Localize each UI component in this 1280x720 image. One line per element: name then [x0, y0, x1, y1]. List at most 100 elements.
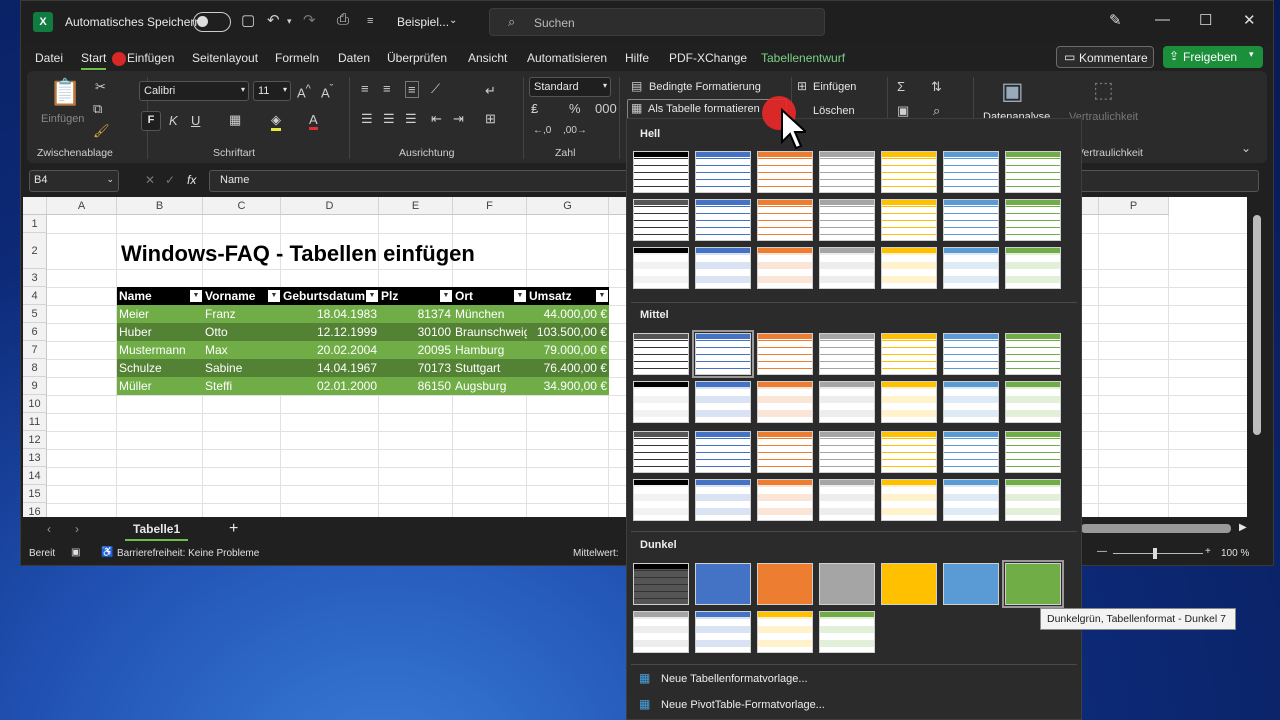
orientation-icon[interactable]: ⟋ [431, 81, 440, 97]
tab-seitenlayout[interactable]: Seitenlayout [192, 51, 258, 65]
maximize-icon[interactable]: ☐ [1199, 11, 1212, 29]
row-header[interactable]: 13 [23, 449, 47, 467]
table-style-swatch[interactable] [819, 611, 875, 653]
tab-tabellenentwurf[interactable]: Tabellenentwurf [761, 51, 845, 65]
row-header[interactable]: 1 [23, 215, 47, 233]
table-style-swatch[interactable] [695, 151, 751, 193]
table-cell[interactable]: 18.04.1983 [281, 305, 379, 323]
tab-daten[interactable]: Daten [338, 51, 370, 65]
table-style-swatch[interactable] [757, 247, 813, 289]
zoom-level[interactable]: 100 % [1221, 548, 1249, 559]
table-cell[interactable]: Schulze [117, 359, 203, 377]
number-format-select[interactable]: Standard ▾ [529, 77, 611, 97]
table-style-swatch[interactable] [695, 611, 751, 653]
row-header[interactable]: 6 [23, 323, 47, 341]
macro-icon[interactable]: ▣ [71, 547, 80, 558]
file-name-chevron-icon[interactable]: ⌄ [449, 15, 457, 26]
table-style-swatch[interactable] [633, 431, 689, 473]
table-style-swatch[interactable] [881, 247, 937, 289]
add-sheet-button[interactable]: + [229, 520, 238, 538]
sort-filter-icon[interactable]: ⇅ [931, 79, 942, 95]
table-cell[interactable]: Huber [117, 323, 203, 341]
table-cell[interactable]: Meier [117, 305, 203, 323]
table-style-swatch[interactable] [881, 563, 937, 605]
merge-center-icon[interactable]: ⊞ [485, 111, 496, 127]
tab-pdf-xchange[interactable]: PDF-XChange [669, 51, 747, 65]
table-style-swatch[interactable] [819, 199, 875, 241]
bold-button[interactable]: F [141, 111, 161, 131]
table-style-swatch[interactable] [943, 381, 999, 423]
table-style-swatch[interactable] [943, 431, 999, 473]
fill-color-icon[interactable]: ◈ [271, 112, 281, 131]
table-style-swatch[interactable] [757, 199, 813, 241]
table-style-swatch[interactable] [633, 381, 689, 423]
table-cell[interactable]: Mustermann [117, 341, 203, 359]
table-style-swatch[interactable] [1005, 247, 1061, 289]
table-style-swatch[interactable] [819, 151, 875, 193]
next-sheet-icon[interactable]: › [75, 522, 79, 536]
table-cell[interactable]: Hamburg [453, 341, 527, 359]
decrease-indent-icon[interactable]: ⇤ [431, 111, 442, 127]
borders-icon[interactable]: ▦ [229, 112, 241, 128]
table-style-swatch[interactable] [757, 611, 813, 653]
table-cell[interactable]: 30100 [379, 323, 453, 341]
row-header[interactable]: 3 [23, 269, 47, 287]
insert-cells-icon[interactable]: ⊞ [797, 79, 807, 93]
column-header[interactable]: A [47, 197, 117, 215]
filter-dropdown-icon[interactable]: ▼ [440, 290, 452, 302]
zoom-in-icon[interactable]: + [1205, 546, 1211, 557]
table-style-swatch[interactable] [1005, 199, 1061, 241]
table-header-cell[interactable]: Vorname ▼ [203, 287, 281, 305]
column-header[interactable]: P [1099, 197, 1169, 215]
column-header[interactable]: E [379, 197, 453, 215]
align-middle-icon[interactable]: ≡ [383, 81, 391, 96]
table-style-swatch[interactable] [881, 431, 937, 473]
fill-icon[interactable]: ▣ [897, 103, 909, 119]
row-header[interactable]: 8 [23, 359, 47, 377]
table-style-swatch[interactable] [1005, 431, 1061, 473]
table-style-swatch[interactable] [633, 333, 689, 375]
redo-icon[interactable]: ↷ [303, 11, 316, 29]
row-header[interactable]: 2 [23, 233, 47, 269]
new-table-style-item[interactable]: Neue Tabellenformatvorlage... [661, 673, 808, 685]
table-style-swatch[interactable] [633, 247, 689, 289]
filter-dropdown-icon[interactable]: ▼ [190, 290, 202, 302]
cut-icon[interactable]: ✂ [95, 79, 106, 95]
customize-quick-access-icon[interactable]: ≡ [367, 15, 373, 27]
table-style-swatch[interactable] [881, 381, 937, 423]
tab-ansicht[interactable]: Ansicht [468, 51, 507, 65]
font-size-select[interactable]: 11 ▾ [253, 81, 291, 101]
percent-icon[interactable]: % [569, 101, 581, 116]
table-cell[interactable]: Sabine [203, 359, 281, 377]
minimize-icon[interactable]: — [1155, 11, 1170, 28]
cancel-icon[interactable]: ✕ [145, 173, 155, 187]
comments-button[interactable]: ▭ Kommentare [1056, 46, 1154, 68]
shrink-font-icon[interactable]: Aˇ [321, 83, 333, 100]
table-cell[interactable]: 12.12.1999 [281, 323, 379, 341]
table-cell[interactable]: Müller [117, 377, 203, 395]
table-style-swatch[interactable] [757, 563, 813, 605]
thousands-separator-icon[interactable]: 000 [595, 101, 617, 116]
horizontal-scrollbar[interactable] [1081, 524, 1231, 533]
table-style-swatch[interactable] [695, 479, 751, 521]
table-style-swatch[interactable] [757, 431, 813, 473]
align-bottom-icon[interactable]: ≡ [405, 81, 419, 98]
table-style-swatch[interactable] [881, 151, 937, 193]
table-cell[interactable]: 86150 [379, 377, 453, 395]
pen-icon[interactable]: ✎ [1109, 11, 1122, 29]
italic-button[interactable]: K [169, 113, 178, 128]
row-header[interactable]: 15 [23, 485, 47, 503]
camera-icon[interactable]: ⎙ [337, 11, 349, 28]
column-header[interactable]: C [203, 197, 281, 215]
row-header[interactable]: 11 [23, 413, 47, 431]
table-cell[interactable]: Otto [203, 323, 281, 341]
conditional-format-icon[interactable]: ▤ [631, 79, 642, 93]
tab-einfuegen[interactable]: Einfügen [127, 51, 174, 65]
table-style-swatch[interactable] [695, 563, 751, 605]
accessibility-icon[interactable]: ♿ [101, 547, 113, 558]
scroll-right-icon[interactable]: ▶ [1239, 522, 1247, 533]
table-cell[interactable]: 02.01.2000 [281, 377, 379, 395]
table-cell[interactable]: 81374 [379, 305, 453, 323]
insert-cells-button[interactable]: Einfügen [813, 81, 856, 93]
autosave-toggle[interactable] [193, 12, 231, 32]
